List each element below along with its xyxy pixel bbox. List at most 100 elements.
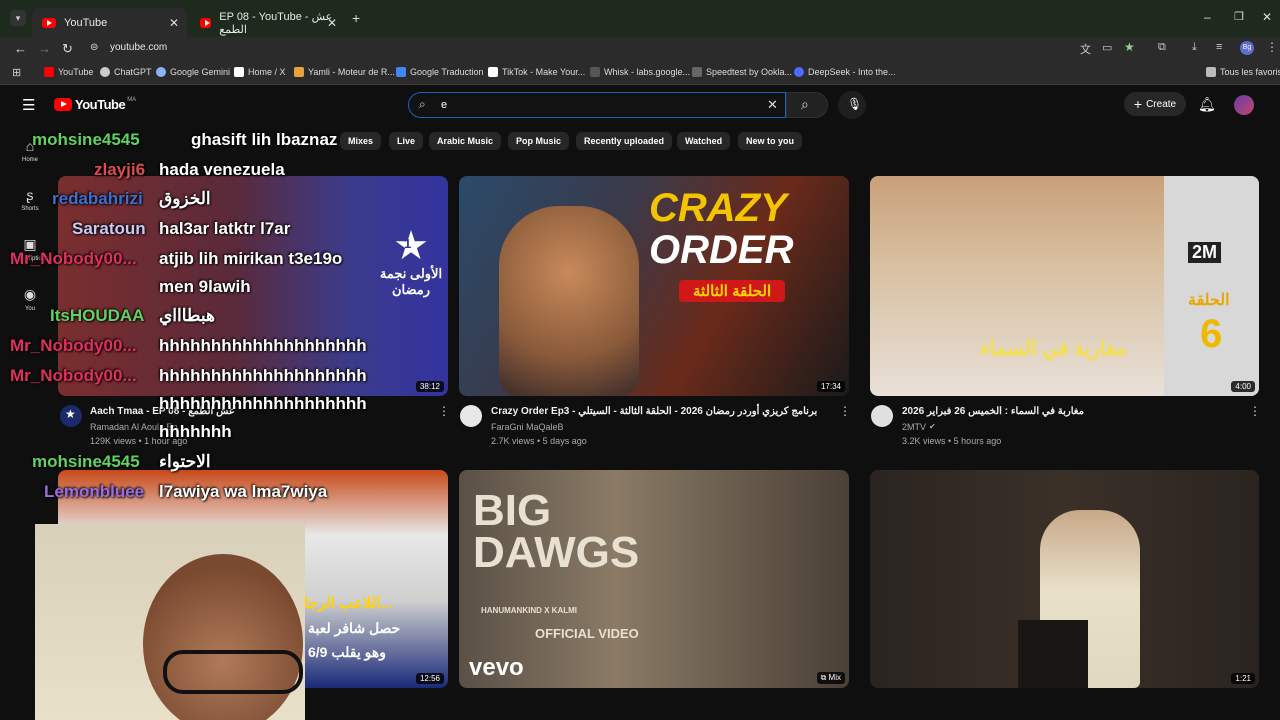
more-options-icon[interactable]: ⋮ xyxy=(438,404,450,418)
all-bookmarks[interactable]: Tous les favoris xyxy=(1206,67,1280,77)
thumb-title-order: ORDER xyxy=(649,228,794,272)
bookmark-speedtest[interactable]: Speedtest by Ookla... xyxy=(692,67,792,77)
close-tab-icon[interactable]: ✕ xyxy=(169,16,179,30)
forward-icon[interactable]: → xyxy=(38,41,51,56)
bookmark-x[interactable]: Home / X xyxy=(234,67,286,77)
chat-message: Mr_Nobody00... xyxy=(10,249,137,268)
more-options-icon[interactable]: ⋮ xyxy=(1249,404,1261,418)
sidebar-item-shorts[interactable]: ʂ Shorts xyxy=(10,187,50,212)
chat-message: ItsHOUDAA هبطاااي xyxy=(50,306,215,325)
channel-name[interactable]: FaraGni MaQaleB xyxy=(491,422,564,432)
tab-search-icon[interactable]: ▾ xyxy=(10,10,26,26)
chip-mixes[interactable]: Mixes xyxy=(340,132,382,150)
duration-badge: 4:00 xyxy=(1231,381,1255,392)
search-value: e xyxy=(441,99,448,111)
duration-badge: 38:12 xyxy=(415,381,444,392)
translate-icon[interactable]: 文 xyxy=(1080,41,1091,57)
episode-label: الحلقة xyxy=(1188,292,1230,309)
mix-icon: ⧉ xyxy=(820,673,829,682)
avatar[interactable] xyxy=(1234,95,1254,115)
menu-icon[interactable]: ⋮ xyxy=(1266,40,1278,54)
bookmark-youtube[interactable]: YouTube xyxy=(44,67,93,77)
thumb-artist: HANUMANKIND X KALMI xyxy=(481,606,577,615)
downloads-icon[interactable]: ⤓ xyxy=(1192,41,1197,54)
chat-message: redabahrizi الخزوق xyxy=(52,189,211,208)
gemini-icon xyxy=(156,67,166,77)
video-thumbnail-5[interactable]: BIG DAWGS HANUMANKIND X KALMI OFFICIAL V… xyxy=(459,470,849,688)
channel-name[interactable]: 2MTV xyxy=(902,422,926,432)
notifications-icon[interactable]: 🔔︎ xyxy=(1198,96,1216,113)
hamburger-icon[interactable]: ☰ xyxy=(22,96,35,114)
cast-icon[interactable]: ▭ xyxy=(1102,41,1112,54)
minimize-icon[interactable]: – xyxy=(1204,10,1211,24)
chip-pop-music[interactable]: Pop Music xyxy=(508,132,570,150)
reload-icon[interactable]: ↻ xyxy=(62,41,73,57)
video-title[interactable]: مغاربة في السماء : الخميس 26 فبراير 2026 xyxy=(902,406,1084,417)
you-icon: ◉ xyxy=(23,286,37,302)
channel-avatar[interactable] xyxy=(871,405,893,427)
bookmark-chatgpt[interactable]: ChatGPT xyxy=(100,67,152,77)
new-tab-icon[interactable]: + xyxy=(352,10,360,26)
chip-recently-uploaded[interactable]: Recently uploaded xyxy=(576,132,673,150)
tab-episode[interactable]: EP 08 - YouTube - عش الطمع ✕ xyxy=(190,8,345,37)
create-button[interactable]: + Create xyxy=(1124,92,1186,116)
chip-new-to-you[interactable]: New to you xyxy=(738,132,803,150)
youtube-logo[interactable]: YouTube MA xyxy=(54,97,136,112)
video-thumbnail-1[interactable]: ★ 1 الأولى نجمة رمضان 38:12 xyxy=(58,176,448,396)
glasses xyxy=(163,650,303,694)
bookmark-whisk[interactable]: Whisk - labs.google... xyxy=(590,67,690,77)
show-title: مغاربة في السماء xyxy=(980,338,1127,360)
video-thumbnail-3[interactable]: 2M الحلقة 6 مغاربة في السماء 4:00 xyxy=(870,176,1259,396)
tab-youtube[interactable]: YouTube ✕ xyxy=(32,8,187,37)
more-options-icon[interactable]: ⋮ xyxy=(839,404,851,418)
podium xyxy=(1018,620,1088,688)
media-icon[interactable]: ≡ xyxy=(1216,41,1222,53)
bookmarks-bar: ⊞ YouTube ChatGPT Google Gemini Home / X… xyxy=(0,61,1280,85)
back-icon[interactable]: ← xyxy=(14,41,27,56)
bookmark-translate[interactable]: Google Traduction xyxy=(396,67,484,77)
close-window-icon[interactable]: ✕ xyxy=(1262,10,1272,24)
bookmark-yamli[interactable]: Yamli - Moteur de R... xyxy=(294,67,395,77)
profile-icon[interactable]: Bg xyxy=(1240,41,1254,55)
apps-icon[interactable]: ⊞ xyxy=(12,66,21,79)
tiktok-icon xyxy=(488,67,498,77)
sidebar-item-you[interactable]: ◉ You xyxy=(10,286,50,312)
video-meta: 3.2K views • 5 hours ago xyxy=(902,436,1002,446)
search-input[interactable]: ⌕ e ✕ xyxy=(408,92,786,118)
thumb-title: BIG DAWGS xyxy=(473,486,640,577)
bookmark-tiktok[interactable]: TikTok - Make Your... xyxy=(488,67,585,77)
video-thumbnail-6[interactable]: 1:21 xyxy=(870,470,1259,688)
thumb-official: OFFICIAL VIDEO xyxy=(535,626,639,641)
speedtest-icon xyxy=(692,67,702,77)
site-info-icon[interactable]: ⊜ xyxy=(90,42,98,53)
video-title[interactable]: Crazy Order Ep3 - برنامج كريزي أوردر رمض… xyxy=(491,406,817,417)
url-text[interactable]: youtube.com xyxy=(110,42,167,53)
extensions-icon[interactable]: ⧉ xyxy=(1158,41,1166,54)
character-face xyxy=(499,206,639,396)
close-tab-icon[interactable]: ✕ xyxy=(327,16,337,30)
youtube-favicon-icon xyxy=(42,17,56,28)
episode-number: 6 xyxy=(1200,312,1223,356)
chip-arabic-music[interactable]: Arabic Music xyxy=(429,132,502,150)
bookmark-star-icon[interactable]: ★ xyxy=(1124,40,1135,54)
side-panel xyxy=(1164,176,1259,396)
restore-icon[interactable]: ❐ xyxy=(1234,10,1244,23)
search-icon: ⌕ xyxy=(801,96,809,112)
bookmark-gemini[interactable]: Google Gemini xyxy=(156,67,230,77)
video-thumbnail-2[interactable]: CRAZY ORDER الحلقة الثالثة 17:34 xyxy=(459,176,849,396)
clear-search-icon[interactable]: ✕ xyxy=(767,97,778,113)
bookmark-deepseek[interactable]: DeepSeek - Into the... xyxy=(794,67,896,77)
star-icon: ★ xyxy=(65,407,76,421)
search-button[interactable]: ⌕ xyxy=(786,92,828,118)
channel-avatar[interactable]: ★ xyxy=(60,405,82,427)
chat-message: Mr_Nobody00... hhhhhhhhhhhhhhhhhhhh xyxy=(10,366,367,385)
voice-search-button[interactable]: 🎙 xyxy=(838,91,866,119)
microphone-icon: 🎙 xyxy=(847,97,863,111)
channel-avatar[interactable] xyxy=(460,405,482,427)
plus-icon: + xyxy=(1133,96,1143,112)
deepseek-icon xyxy=(794,67,804,77)
create-label: Create xyxy=(1146,98,1177,110)
thumb-subline: حصل شافر لعبة xyxy=(308,620,401,636)
chip-live[interactable]: Live xyxy=(389,132,424,150)
chip-watched[interactable]: Watched xyxy=(677,132,731,150)
